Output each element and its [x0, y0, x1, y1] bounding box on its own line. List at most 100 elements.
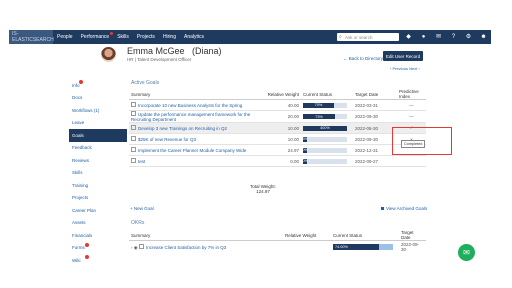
sidebar-item-skills[interactable]: Skills — [69, 167, 127, 180]
nav-performance-label: Performance — [80, 34, 110, 40]
okrs-table: Summary Relative Weight Current Status T… — [129, 230, 426, 253]
col-summary[interactable]: Summary — [129, 89, 253, 100]
back-to-directory-link[interactable]: ← Back to Directory — [343, 56, 383, 61]
sidebar-item-reviews[interactable]: Reviews — [69, 154, 127, 167]
goal-weight: 10.00 — [253, 133, 301, 145]
goal-summary[interactable]: Develop 3 new Trainings on Recruiting in… — [129, 122, 253, 134]
chat-bubble-icon[interactable]: ✉ — [458, 244, 475, 261]
new-goal-link[interactable]: + New Goal — [130, 206, 154, 211]
predictive-index: — — [397, 99, 426, 111]
sidebar-item-career-plan[interactable]: Career Plan — [69, 204, 127, 217]
status-progress-fill: 0% — [302, 158, 308, 164]
mortarboard-icon[interactable]: ◆ — [405, 32, 412, 42]
goal-summary-text[interactable]: Update the performance management framew… — [131, 112, 250, 122]
sidebar-item-financials[interactable]: Financials — [69, 229, 127, 242]
sidebar-item-projects[interactable]: Projects — [69, 192, 127, 205]
notification-badge — [85, 255, 89, 259]
goal-summary-text[interactable]: test — [138, 159, 145, 164]
sidebar-item-leave[interactable]: Leave — [69, 117, 127, 130]
goal-summary[interactable]: Update the performance management framew… — [129, 110, 253, 123]
goal-summary[interactable]: test — [129, 155, 253, 167]
goal-target-date: 2022-12-31 — [353, 144, 397, 156]
status-progress-bar: 400% — [303, 125, 347, 131]
table-row[interactable]: Incorporate 10 new Business Analysts for… — [129, 99, 426, 111]
mail-icon[interactable]: ✉ — [435, 32, 442, 42]
table-row[interactable]: test 0.00 0% 2022-09-27 — [129, 155, 426, 167]
col-weight[interactable]: Relative Weight — [253, 89, 301, 100]
col-status[interactable]: Current Status — [301, 89, 353, 100]
goals-header-row: Summary Relative Weight Current Status T… — [129, 89, 426, 100]
notification-badge — [79, 80, 83, 84]
gear-icon[interactable]: ⚙ — [465, 32, 472, 42]
table-row[interactable]: Implement the Career Planner Module Comp… — [129, 144, 426, 156]
okr-summary-text[interactable]: Increase Client Satisfaction by 7% in Q3 — [146, 245, 226, 250]
col-target-date[interactable]: Target Date — [353, 89, 397, 100]
goal-summary[interactable]: $25K of new Revenue for Q3 — [129, 133, 253, 145]
col-predictive-index: Predictive Index — [397, 89, 426, 100]
goal-summary-text[interactable]: Implement the Career Planner Module Comp… — [138, 148, 246, 153]
sidebar-item-info[interactable]: Info — [69, 79, 127, 92]
edit-user-record-button[interactable]: Edit User Record — [383, 51, 423, 61]
total-weight: Total Weight: 124.97 — [250, 184, 276, 194]
sidebar-item-docs[interactable]: Docs — [69, 92, 127, 105]
table-row[interactable]: › ◉ Increase Client Satisfaction by 7% i… — [129, 241, 426, 254]
avatar — [101, 47, 116, 62]
okr-col-weight[interactable]: Relative Weight — [283, 230, 331, 241]
view-archived-goals-link[interactable]: View Archived Goals — [381, 206, 427, 211]
nav-performance[interactable]: Performance — [77, 32, 114, 40]
sidebar-item-goals[interactable]: Goals — [69, 129, 127, 142]
help-icon[interactable]: ? — [450, 32, 457, 42]
status-progress-fill: 3% — [302, 136, 308, 142]
goal-summary[interactable]: Implement the Career Planner Module Comp… — [129, 144, 253, 156]
nav-skills[interactable]: Skills — [113, 34, 133, 40]
sidebar-item-label: Docs — [72, 95, 83, 101]
goal-target-date: 2022-09-30 — [353, 133, 397, 145]
nav-projects[interactable]: Projects — [133, 34, 159, 40]
bell-icon[interactable]: ● — [420, 32, 427, 42]
previous-next-pager[interactable]: ‹ Previous Next › — [390, 66, 420, 71]
goal-target-date: 2022-06-30 — [353, 122, 397, 134]
goal-icon — [131, 125, 136, 130]
sidebar-item-wiki[interactable]: Wiki — [69, 254, 127, 267]
sidebar-item-label: Goals — [72, 132, 84, 138]
okr-col-target-date[interactable]: Target Date — [399, 230, 426, 241]
goals-body: Incorporate 10 new Business Analysts for… — [129, 99, 426, 167]
okr-col-summary[interactable]: Summary — [129, 230, 283, 241]
goal-status: 3% — [301, 133, 353, 145]
nav-analytics[interactable]: Analytics — [180, 34, 208, 40]
sidebar-item-workflows-1[interactable]: Workflows (1) — [69, 104, 127, 117]
goal-summary-text[interactable]: Incorporate 10 new Business Analysts for… — [138, 103, 242, 108]
goal-status: 0% — [301, 144, 353, 156]
okr-col-status[interactable]: Current Status — [331, 230, 399, 241]
search-input[interactable]: ⌕ Ask or search — [337, 33, 399, 41]
goal-target-date: 2022-09-27 — [353, 155, 397, 167]
goal-icon — [138, 243, 144, 249]
profile-sidebar: Info Docs Workflows (1) Leave Goals Feedback R… — [69, 79, 127, 267]
company-logo[interactable]: IS-ELASTICSEARCH — [9, 30, 54, 44]
status-progress-fill: 70% — [303, 102, 334, 108]
status-progress-bar: 3% — [302, 136, 347, 142]
checkbox-icon[interactable] — [381, 207, 384, 210]
predictive-index — [397, 155, 426, 167]
nav-people[interactable]: People — [53, 34, 77, 40]
table-row[interactable]: Develop 3 new Trainings on Recruiting in… — [129, 122, 426, 134]
goal-status: 70% — [301, 99, 353, 111]
goal-summary-text[interactable]: $25K of new Revenue for Q3 — [138, 137, 196, 142]
sidebar-item-forms[interactable]: Forms — [69, 242, 127, 255]
user-icon[interactable]: ☻ — [480, 32, 487, 42]
search-placeholder: Ask or search — [345, 34, 373, 40]
table-row[interactable]: Update the performance management framew… — [129, 110, 426, 123]
goal-summary[interactable]: Incorporate 10 new Business Analysts for… — [129, 99, 253, 111]
sidebar-item-feedback[interactable]: Feedback — [69, 142, 127, 155]
sidebar-item-label: Training — [72, 182, 89, 188]
okr-status: 74.00% — [331, 241, 399, 254]
table-row[interactable]: $25K of new Revenue for Q3 10.00 3% 2022-09… — [129, 133, 426, 145]
sidebar-item-label: Skills — [72, 170, 83, 176]
nav-hiring[interactable]: Hiring — [159, 34, 180, 40]
sidebar-item-assets[interactable]: Assets — [69, 217, 127, 230]
goal-summary-text[interactable]: Develop 3 new Trainings on Recruiting in… — [138, 126, 227, 131]
okr-weight — [283, 241, 331, 254]
sidebar-item-training[interactable]: Training — [69, 179, 127, 192]
okr-summary[interactable]: › ◉ Increase Client Satisfaction by 7% i… — [129, 241, 283, 254]
sidebar-item-label: Reviews — [72, 157, 90, 163]
